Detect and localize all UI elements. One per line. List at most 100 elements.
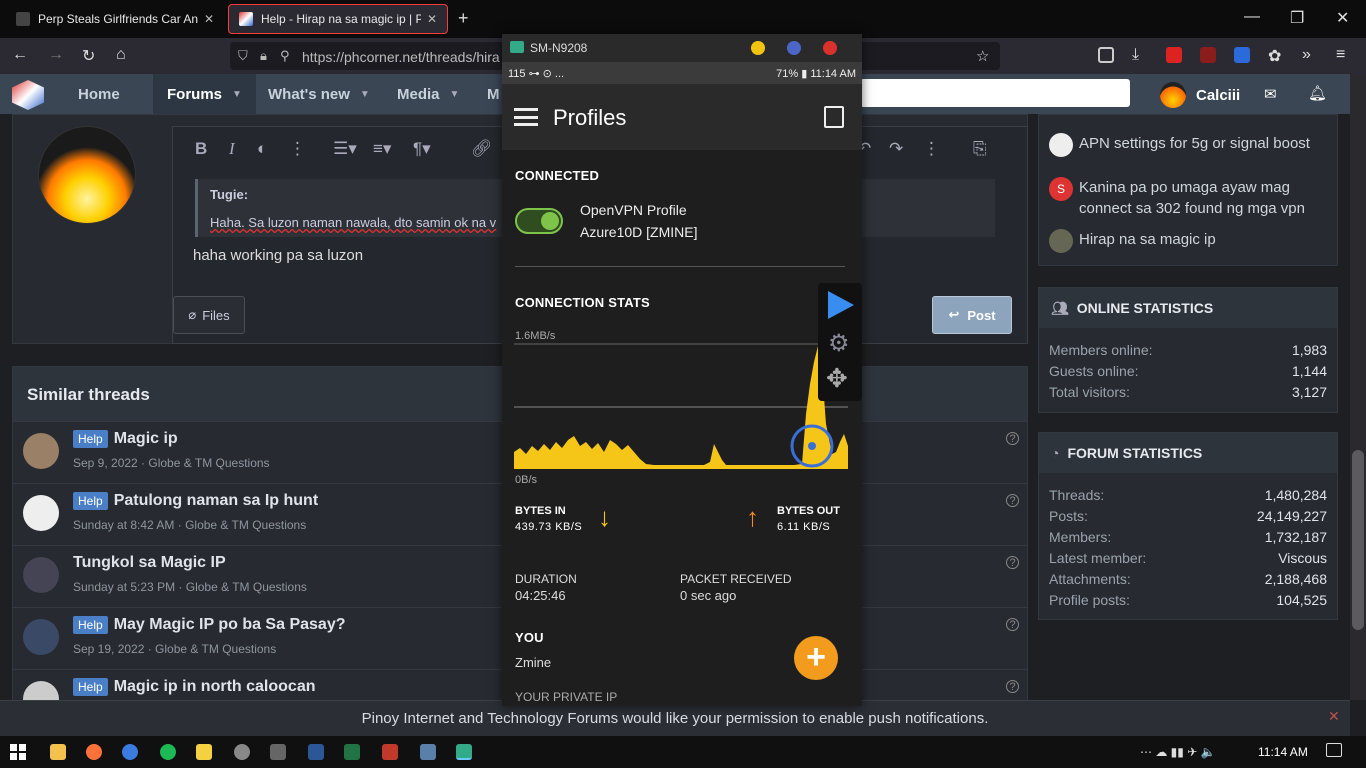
close-window-button[interactable]: ✕ bbox=[1336, 8, 1349, 28]
app-icon[interactable] bbox=[196, 744, 212, 760]
push-notice-text[interactable]: Pinoy Internet and Technology Forums wou… bbox=[362, 710, 989, 727]
firefox-icon[interactable] bbox=[86, 744, 102, 760]
app-icon[interactable] bbox=[420, 744, 436, 760]
mirror-titlebar: SM-N9208 bbox=[502, 34, 862, 62]
app-icon[interactable] bbox=[234, 744, 250, 760]
prefix-badge[interactable]: Help bbox=[73, 616, 108, 634]
user-menu[interactable]: Calciii bbox=[1160, 82, 1240, 108]
latest-thread-title[interactable]: Kanina pa po umaga ayaw mag connect sa 3… bbox=[1079, 177, 1319, 219]
hamburger-menu-icon[interactable] bbox=[514, 108, 538, 126]
thread-title[interactable]: Magic ip bbox=[114, 430, 178, 448]
palette-icon[interactable]: ◐ bbox=[257, 139, 267, 159]
tab-close-icon[interactable]: ✕ bbox=[427, 12, 437, 26]
latest-thread-item[interactable]: Hirap na sa magic ip bbox=[1049, 229, 1216, 253]
preview-icon[interactable]: ⎘ bbox=[973, 139, 987, 159]
attach-files-button[interactable]: ⌀ Files bbox=[173, 296, 245, 334]
home-icon[interactable]: ⌂ bbox=[116, 46, 126, 64]
thread-title[interactable]: May Magic IP po ba Sa Pasay? bbox=[114, 616, 346, 634]
nav-media[interactable]: Media ▼ bbox=[383, 74, 473, 114]
minimize-dot[interactable] bbox=[751, 41, 765, 55]
maximize-dot[interactable] bbox=[787, 41, 801, 55]
app-icon[interactable] bbox=[122, 744, 138, 760]
redo-icon[interactable]: ↷ bbox=[889, 139, 903, 159]
push-notice-close-button[interactable]: ✕ bbox=[1328, 708, 1340, 725]
profile-name[interactable]: OpenVPN Profile bbox=[580, 202, 687, 218]
menu-hamburger-icon[interactable]: ≡ bbox=[1336, 46, 1345, 64]
back-icon[interactable]: ← bbox=[12, 46, 28, 64]
windows-start-icon[interactable] bbox=[10, 744, 26, 760]
nav-home[interactable]: Home bbox=[64, 74, 134, 114]
reload-icon[interactable]: ↻ bbox=[82, 46, 95, 66]
excel-icon[interactable] bbox=[344, 744, 360, 760]
stat-value[interactable]: Viscous bbox=[1278, 550, 1327, 566]
paragraph-icon[interactable]: ¶▾ bbox=[413, 139, 431, 159]
prefix-badge[interactable]: Help bbox=[73, 430, 108, 448]
tab-close-icon[interactable]: ✕ bbox=[204, 12, 214, 26]
thread-title[interactable]: Patulong naman sa Ip hunt bbox=[114, 492, 318, 510]
new-tab-button[interactable]: + bbox=[458, 8, 469, 29]
extension-red-icon[interactable] bbox=[1166, 47, 1182, 63]
url-text[interactable]: https://phcorner.net/threads/hira bbox=[302, 49, 500, 65]
chevron-down-icon[interactable]: ▼ bbox=[450, 89, 460, 100]
import-profile-icon[interactable] bbox=[824, 106, 844, 128]
thread-meta: Sep 9, 2022 · Globe & TM Questions bbox=[73, 456, 270, 470]
downloads-icon[interactable]: ⤓ bbox=[1132, 46, 1139, 64]
nav-whats-new[interactable]: What's new ▼ bbox=[254, 74, 384, 114]
more-options-icon[interactable]: ⋮ bbox=[923, 139, 940, 159]
site-logo[interactable] bbox=[12, 80, 44, 110]
move-icon[interactable]: ✥ bbox=[826, 363, 848, 394]
stat-value: 24,149,227 bbox=[1256, 508, 1327, 524]
mail-icon[interactable]: ✉ bbox=[1264, 85, 1277, 103]
vpn-toggle[interactable] bbox=[515, 208, 563, 234]
clock[interactable]: 11:14 AM bbox=[1258, 745, 1308, 759]
permissions-icon[interactable]: ⚲ bbox=[280, 48, 290, 64]
app-icon[interactable] bbox=[270, 744, 286, 760]
post-reply-button[interactable]: ↩ Post bbox=[932, 296, 1012, 334]
thread-title[interactable]: Magic ip in north caloocan bbox=[114, 678, 316, 696]
ublock-icon[interactable] bbox=[1200, 47, 1216, 63]
add-profile-fab[interactable]: + bbox=[794, 636, 838, 680]
nav-forums[interactable]: Forums ▼ bbox=[153, 74, 256, 114]
italic-icon[interactable]: I bbox=[229, 139, 235, 159]
thread-title[interactable]: Tungkol sa Magic IP bbox=[73, 554, 226, 572]
scrollbar-thumb[interactable] bbox=[1352, 450, 1364, 630]
gear-icon[interactable]: ⚙ bbox=[828, 329, 850, 358]
chevron-down-icon[interactable]: ▼ bbox=[232, 89, 242, 100]
maximize-button[interactable]: ❐ bbox=[1290, 8, 1304, 28]
system-tray[interactable]: ⋯ ☁ ▮▮ ✈ 🔈 bbox=[1140, 745, 1216, 759]
forward-icon[interactable]: → bbox=[48, 46, 64, 64]
shield-icon[interactable]: ⛉ bbox=[238, 48, 248, 64]
pdf-icon[interactable] bbox=[382, 744, 398, 760]
play-icon[interactable] bbox=[828, 291, 854, 319]
latest-thread-title[interactable]: Hirap na sa magic ip bbox=[1079, 229, 1216, 250]
link-icon[interactable]: 🔗︎ bbox=[471, 139, 493, 159]
list-icon[interactable]: ☰▾ bbox=[333, 139, 357, 159]
extension-blue-icon[interactable] bbox=[1234, 47, 1250, 63]
bold-icon[interactable]: B bbox=[195, 139, 207, 159]
extension-puzzle-icon[interactable]: ✿ bbox=[1268, 46, 1281, 66]
minimize-button[interactable]: — bbox=[1244, 8, 1260, 26]
close-dot[interactable] bbox=[823, 41, 837, 55]
prefix-badge[interactable]: Help bbox=[73, 492, 108, 510]
chevron-down-icon[interactable]: ▼ bbox=[360, 89, 370, 100]
bell-icon[interactable]: 🔔︎ bbox=[1308, 84, 1327, 102]
notification-center-icon[interactable] bbox=[1326, 743, 1342, 757]
lock-icon[interactable]: 🔒︎ bbox=[260, 48, 267, 64]
overflow-chevron-icon[interactable]: » bbox=[1302, 46, 1311, 64]
more-options-icon[interactable]: ⋮ bbox=[289, 139, 306, 159]
site-search-input[interactable] bbox=[860, 79, 1130, 107]
word-icon[interactable] bbox=[308, 744, 324, 760]
tab-perp-steals[interactable]: Perp Steals Girlfriends Car And ✕ bbox=[6, 4, 224, 34]
latest-thread-item[interactable]: S Kanina pa po umaga ayaw mag connect sa… bbox=[1049, 177, 1319, 219]
spotify-icon[interactable] bbox=[160, 744, 176, 760]
latest-thread-title[interactable]: APN settings for 5g or signal boost bbox=[1079, 133, 1310, 154]
reply-text[interactable]: haha working pa sa luzon bbox=[193, 247, 363, 264]
prefix-badge[interactable]: Help bbox=[73, 678, 108, 696]
latest-thread-item[interactable]: APN settings for 5g or signal boost bbox=[1049, 133, 1310, 157]
file-explorer-icon[interactable] bbox=[50, 744, 66, 760]
pocket-icon[interactable] bbox=[1098, 47, 1114, 63]
phone-mirror-app-icon[interactable] bbox=[456, 744, 472, 760]
align-icon[interactable]: ≡▾ bbox=[373, 139, 391, 159]
tab-help-hirap[interactable]: Help - Hirap na sa magic ip | Pi ✕ bbox=[228, 4, 448, 34]
bookmark-star-icon[interactable]: ☆ bbox=[976, 47, 989, 65]
